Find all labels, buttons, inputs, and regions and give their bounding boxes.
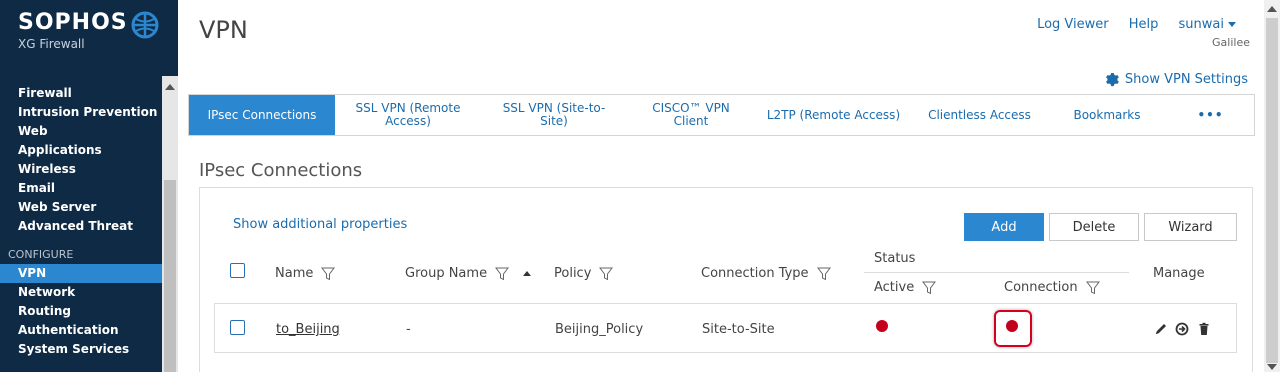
column-header-policy[interactable]: Policy xyxy=(554,266,614,281)
show-additional-properties-link[interactable]: Show additional properties xyxy=(233,217,407,232)
tab-ipsec-connections[interactable]: IPsec Connections xyxy=(189,95,335,135)
section-title: IPsec Connections xyxy=(199,160,363,181)
log-viewer-link[interactable]: Log Viewer xyxy=(1037,17,1109,32)
page-scroll-thumb[interactable] xyxy=(1266,18,1278,363)
show-vpn-settings-link[interactable]: Show VPN Settings xyxy=(1104,72,1248,87)
column-header-active-label: Active xyxy=(874,280,915,295)
column-header-connection-type-label: Connection Type xyxy=(701,266,809,281)
select-all-checkbox[interactable] xyxy=(230,263,245,278)
delete-trash-icon[interactable] xyxy=(1197,322,1211,336)
top-links: Log Viewer Help sunwai xyxy=(1021,17,1236,32)
column-header-manage: Manage xyxy=(1153,266,1205,281)
brand-product: XG Firewall xyxy=(18,37,85,51)
sidebar-item-firewall[interactable]: Firewall xyxy=(0,84,162,103)
sidebar-item-wireless[interactable]: Wireless xyxy=(0,160,162,179)
policy-cell: Beijing_Policy xyxy=(555,322,644,337)
add-button[interactable]: Add xyxy=(964,213,1044,241)
scroll-down-arrow-icon[interactable] xyxy=(1267,364,1277,370)
sort-ascending-icon[interactable] xyxy=(523,271,532,276)
connection-name-link[interactable]: to_Beijing xyxy=(276,322,340,337)
tab-ssl-vpn-remote-access[interactable]: SSL VPN (Remote Access) xyxy=(335,95,481,135)
sophos-logo-icon xyxy=(131,11,159,39)
sidebar-item-applications[interactable]: Applications xyxy=(0,141,162,160)
sidebar-item-email[interactable]: Email xyxy=(0,179,162,198)
user-menu[interactable]: sunwai xyxy=(1179,17,1236,32)
column-header-active[interactable]: Active xyxy=(874,280,937,295)
column-header-policy-label: Policy xyxy=(554,266,592,281)
edit-pencil-icon[interactable] xyxy=(1154,322,1168,336)
filter-icon[interactable] xyxy=(599,267,614,281)
user-name: sunwai xyxy=(1178,17,1224,32)
clone-icon[interactable] xyxy=(1175,322,1189,336)
tab-clientless-access[interactable]: Clientless Access xyxy=(912,95,1047,135)
column-header-status: Status xyxy=(874,251,916,266)
filter-icon[interactable] xyxy=(1085,281,1100,295)
group-name-cell: - xyxy=(406,322,411,337)
delete-button[interactable]: Delete xyxy=(1049,213,1139,241)
page-title: VPN xyxy=(199,16,248,44)
help-link[interactable]: Help xyxy=(1129,17,1159,32)
column-header-connection-label: Connection xyxy=(1004,280,1078,295)
brand: SOPHOS XG Firewall xyxy=(18,10,128,51)
brand-name: SOPHOS xyxy=(18,10,128,35)
sidebar-item-system-services[interactable]: System Services xyxy=(0,340,162,359)
page-scrollbar[interactable] xyxy=(1264,0,1280,372)
column-header-group-name[interactable]: Group Name xyxy=(405,266,532,281)
scroll-up-arrow-icon[interactable] xyxy=(165,84,175,90)
sidebar-scroll-thumb[interactable] xyxy=(164,180,176,372)
sidebar-item-authentication[interactable]: Authentication xyxy=(0,321,162,340)
filter-icon[interactable] xyxy=(321,267,336,281)
sidebar-section-configure: CONFIGURE xyxy=(8,248,74,261)
sidebar-item-intrusion-prevention[interactable]: Intrusion Prevention xyxy=(0,103,162,122)
sidebar-item-web[interactable]: Web xyxy=(0,122,162,141)
tab-l2tp-remote-access[interactable]: L2TP (Remote Access) xyxy=(755,95,912,135)
sidebar-item-network[interactable]: Network xyxy=(0,283,162,302)
tab-cisco-vpn-client[interactable]: CISCO™ VPN Client xyxy=(627,95,755,135)
sidebar-nav: Firewall Intrusion Prevention Web Applic… xyxy=(0,84,162,359)
sidebar-item-advanced-threat[interactable]: Advanced Threat xyxy=(0,217,162,236)
sidebar-item-routing[interactable]: Routing xyxy=(0,302,162,321)
column-header-connection[interactable]: Connection xyxy=(1004,280,1100,295)
tab-ssl-vpn-site-to-site[interactable]: SSL VPN (Site-to-Site) xyxy=(481,95,627,135)
row-checkbox[interactable] xyxy=(230,320,245,335)
caret-down-icon xyxy=(1228,22,1236,27)
status-header-divider xyxy=(864,272,1129,273)
filter-icon[interactable] xyxy=(922,281,937,295)
sidebar-item-vpn[interactable]: VPN xyxy=(0,264,162,283)
scroll-up-arrow-icon[interactable] xyxy=(1267,6,1277,12)
column-header-name-label: Name xyxy=(275,266,314,281)
column-header-name[interactable]: Name xyxy=(275,266,336,281)
active-status-dot-icon[interactable] xyxy=(876,320,888,332)
sidebar-scrollbar[interactable] xyxy=(162,76,178,372)
sidebar-item-web-server[interactable]: Web Server xyxy=(0,198,162,217)
gear-icon xyxy=(1105,72,1119,87)
filter-icon[interactable] xyxy=(816,267,831,281)
connection-status-highlight xyxy=(994,310,1032,347)
user-subtitle: Galilee xyxy=(1212,36,1250,49)
tab-bar: IPsec Connections SSL VPN (Remote Access… xyxy=(188,94,1255,136)
connection-type-cell: Site-to-Site xyxy=(702,322,775,337)
column-header-connection-type[interactable]: Connection Type xyxy=(701,266,831,281)
filter-icon[interactable] xyxy=(495,267,510,281)
tab-bookmarks[interactable]: Bookmarks xyxy=(1047,95,1167,135)
wizard-button[interactable]: Wizard xyxy=(1144,213,1237,241)
sidebar: SOPHOS XG Firewall Firewall Intrusion Pr… xyxy=(0,0,178,372)
show-vpn-settings-label: Show VPN Settings xyxy=(1124,72,1248,87)
column-header-group-name-label: Group Name xyxy=(405,266,488,281)
tab-more-icon[interactable]: ••• xyxy=(1167,95,1254,135)
